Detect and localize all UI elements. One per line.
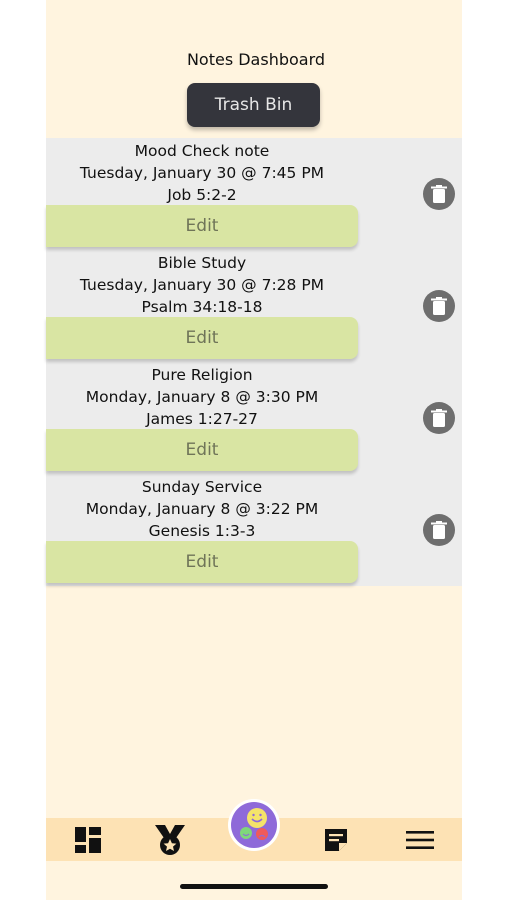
note-title: Pure Religion [151,366,253,384]
notes-list: Mood Check note Tuesday, January 30 @ 7:… [46,138,462,586]
note-date: Monday, January 8 @ 3:30 PM [85,388,319,406]
note-date: Tuesday, January 30 @ 7:28 PM [79,276,325,294]
note-title: Mood Check note [134,142,270,160]
note-title: Bible Study [157,254,247,272]
trash-icon[interactable] [423,290,455,322]
edit-button[interactable]: Edit [46,541,358,583]
trash-icon[interactable] [423,514,455,546]
list-item: Sunday Service Monday, January 8 @ 3:22 … [46,474,462,586]
note-verse: James 1:27-27 [146,410,258,428]
note-icon[interactable] [321,818,351,861]
mood-check-button[interactable] [228,799,280,851]
note-verse: Job 5:2-2 [167,186,237,204]
edit-button[interactable]: Edit [46,205,358,247]
note-date: Tuesday, January 30 @ 7:45 PM [79,164,325,182]
list-item: Pure Religion Monday, January 8 @ 3:30 P… [46,362,462,474]
notes-dashboard-screen: Notes Dashboard Trash Bin Mood Check not… [46,0,462,900]
edit-button[interactable]: Edit [46,317,358,359]
mood-faces-icon [231,802,277,848]
note-title: Sunday Service [141,478,263,496]
menu-icon[interactable] [404,818,436,861]
trash-icon[interactable] [423,178,455,210]
edit-button[interactable]: Edit [46,429,358,471]
note-details: Pure Religion Monday, January 8 @ 3:30 P… [46,364,358,430]
list-item: Bible Study Tuesday, January 30 @ 7:28 P… [46,250,462,362]
note-verse: Psalm 34:18-18 [141,298,263,316]
home-indicator [180,884,328,889]
note-date: Monday, January 8 @ 3:22 PM [85,500,319,518]
page-title-text: Notes Dashboard [186,50,326,69]
medal-icon[interactable] [152,818,188,861]
list-item: Mood Check note Tuesday, January 30 @ 7:… [46,138,462,250]
note-details: Sunday Service Monday, January 8 @ 3:22 … [46,476,358,542]
note-verse: Genesis 1:3-3 [148,522,256,540]
note-details: Mood Check note Tuesday, January 30 @ 7:… [46,140,358,206]
note-details: Bible Study Tuesday, January 30 @ 7:28 P… [46,252,358,318]
trash-icon[interactable] [423,402,455,434]
dashboard-icon[interactable] [72,818,104,861]
page-title: Notes Dashboard [46,50,462,69]
trash-bin-button[interactable]: Trash Bin [187,83,320,127]
